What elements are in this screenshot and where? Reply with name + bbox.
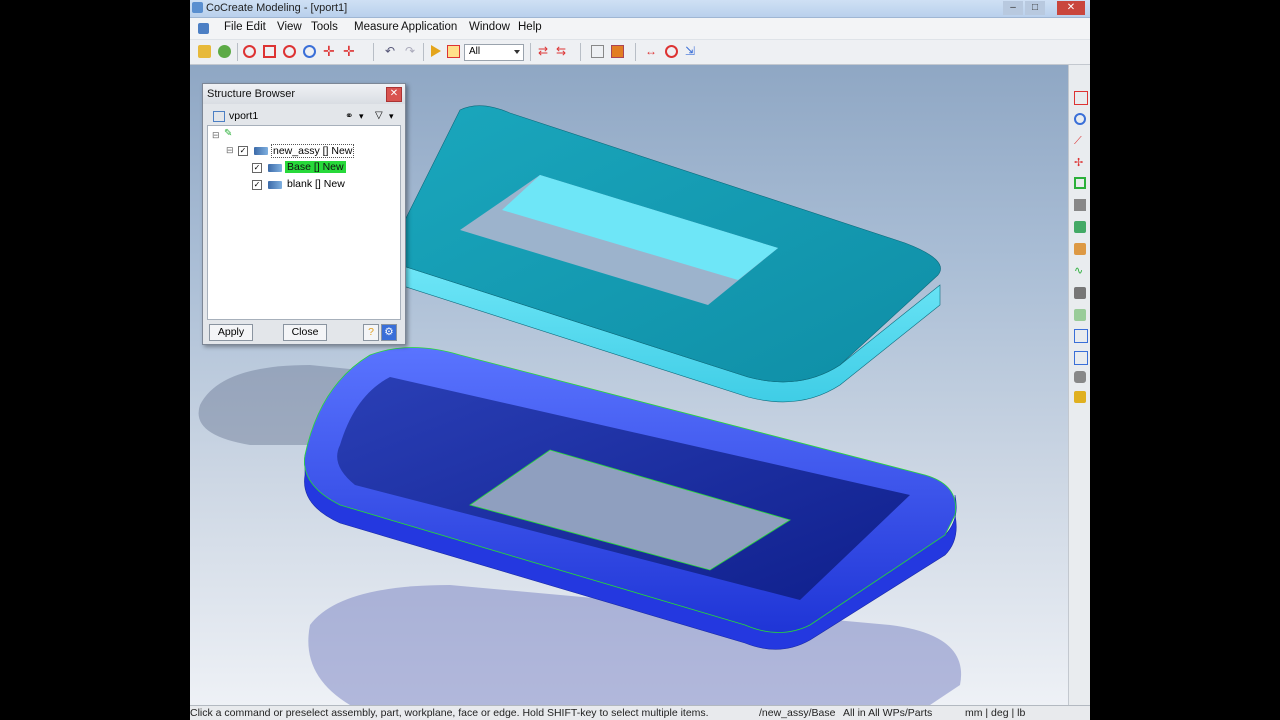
- chevron-down-icon: [514, 50, 520, 54]
- printer-icon[interactable]: [1074, 199, 1086, 211]
- play-icon[interactable]: [1074, 91, 1088, 105]
- main-toolbar: ✛ ✛ ↶ ↷ All ⇄ ⇆ ↔ ⇲: [190, 40, 1090, 65]
- surface-icon[interactable]: [1074, 309, 1086, 321]
- curve-icon[interactable]: ∿: [1074, 265, 1086, 277]
- view-icon[interactable]: [1074, 351, 1088, 365]
- menu-file[interactable]: File: [224, 21, 243, 33]
- undo-icon[interactable]: ↶: [385, 45, 398, 58]
- tools-icon[interactable]: [1074, 371, 1086, 383]
- status-bar: Click a command or preselect assembly, p…: [190, 705, 1090, 720]
- app-icon: [192, 2, 203, 13]
- toolbar-separator: [373, 43, 374, 61]
- chevron-down-icon[interactable]: ▾: [359, 111, 364, 122]
- database-icon[interactable]: [1074, 391, 1086, 403]
- toolbar-separator: [530, 43, 531, 61]
- menu-help[interactable]: Help: [518, 21, 542, 33]
- select-box-icon[interactable]: [447, 45, 460, 58]
- tree-root-expander[interactable]: ⊟: [212, 130, 220, 141]
- menu-edit[interactable]: Edit: [246, 21, 266, 33]
- chevron-down-icon[interactable]: ▾: [389, 111, 394, 122]
- edge-icon[interactable]: ⟋: [1074, 135, 1086, 147]
- viewport-icon: [213, 111, 225, 122]
- open-icon[interactable]: [198, 45, 211, 58]
- window-icon[interactable]: [591, 45, 604, 58]
- measure-icon[interactable]: ⇲: [685, 45, 698, 58]
- tree-checkbox[interactable]: ✓: [252, 163, 262, 173]
- rectangle-icon[interactable]: [1074, 177, 1086, 189]
- part-icon: [268, 164, 282, 172]
- status-scope: All in All WPs/Parts: [843, 707, 933, 719]
- filter-icon[interactable]: ▽: [375, 110, 383, 121]
- menu-view[interactable]: View: [277, 21, 302, 33]
- pencil-icon: ✎: [224, 128, 233, 139]
- structure-tree: ⊟ ✎ ⊟ ✓ new_assy [] New ✓ Base [] New ✓ …: [207, 125, 401, 320]
- part-tool-icon[interactable]: [1074, 243, 1086, 255]
- status-current-part: /new_assy/Base: [759, 707, 836, 719]
- apply-button[interactable]: Apply: [209, 324, 253, 341]
- tree-checkbox[interactable]: ✓: [252, 180, 262, 190]
- maximize-icon[interactable]: □: [1025, 1, 1045, 15]
- minimize-icon[interactable]: –: [1003, 1, 1023, 15]
- toolbar-separator: [423, 43, 424, 61]
- viewport-name: vport1: [229, 110, 259, 122]
- structure-browser-title-bar[interactable]: Structure Browser ✕: [203, 84, 405, 104]
- pattern-icon[interactable]: ⇆: [556, 45, 569, 58]
- structure-browser-panel: Structure Browser ✕ vport1 ⚭ ▾ ▽ ▾ ⊟ ✎ ⊟…: [202, 83, 406, 345]
- structure-browser-title: Structure Browser: [207, 88, 296, 100]
- link-icon[interactable]: [303, 45, 316, 58]
- align-icon[interactable]: ✛: [343, 44, 356, 58]
- redo-icon[interactable]: ↷: [405, 45, 418, 58]
- title-bar: CoCreate Modeling - [vport1] – □ ✕: [190, 0, 1090, 18]
- menu-tools[interactable]: Tools: [311, 21, 338, 33]
- structure-browser-header: vport1 ⚭ ▾ ▽ ▾: [207, 108, 399, 124]
- circle-icon[interactable]: [283, 45, 296, 58]
- tree-item-new-assy[interactable]: ⊟ ✓ new_assy [] New: [208, 144, 398, 158]
- binoculars-icon[interactable]: ⚭: [345, 111, 353, 122]
- workplane-icon[interactable]: [263, 45, 276, 58]
- status-message: Click a command or preselect assembly, p…: [190, 707, 709, 719]
- menu-bar: File Edit View Tools Measure Application…: [190, 18, 1090, 52]
- tree-item-blank[interactable]: ✓ blank [] New: [208, 178, 398, 192]
- application-window: CoCreate Modeling - [vport1] – □ ✕ File …: [190, 0, 1090, 720]
- frame-icon[interactable]: [1074, 329, 1088, 343]
- settings-icon[interactable]: ⚙: [381, 324, 397, 341]
- orbit-icon[interactable]: [1074, 113, 1086, 125]
- select-arrow-icon[interactable]: [431, 45, 441, 57]
- part-icon[interactable]: [218, 45, 231, 58]
- document-icon: [198, 23, 209, 34]
- rotate-icon[interactable]: [243, 45, 256, 58]
- tree-item-base[interactable]: ✓ Base [] New: [208, 161, 398, 175]
- tree-checkbox[interactable]: ✓: [238, 146, 248, 156]
- angle-icon[interactable]: [665, 45, 678, 58]
- toolbar-separator: [237, 43, 238, 61]
- cube-icon[interactable]: [1074, 287, 1086, 299]
- menu-window[interactable]: Window: [469, 21, 510, 33]
- toolbar-separator: [635, 43, 636, 61]
- active-tool-icon[interactable]: [611, 45, 624, 58]
- move-icon[interactable]: ✛: [323, 44, 336, 58]
- menu-application[interactable]: Application: [401, 21, 457, 33]
- help-icon[interactable]: ?: [363, 324, 379, 341]
- menu-measure[interactable]: Measure: [354, 21, 399, 33]
- axis-icon[interactable]: ✢: [1074, 157, 1086, 169]
- assembly-icon[interactable]: [1074, 221, 1086, 233]
- toolbar-separator: [580, 43, 581, 61]
- filter-select[interactable]: All: [464, 44, 524, 61]
- part-icon: [268, 181, 282, 189]
- close-button[interactable]: Close: [283, 324, 327, 341]
- status-units: mm | deg | lb: [965, 707, 1026, 719]
- close-icon[interactable]: ✕: [386, 87, 402, 102]
- assembly-icon: [254, 147, 268, 155]
- tree-expander[interactable]: ⊟: [226, 145, 234, 156]
- window-title: CoCreate Modeling - [vport1]: [206, 2, 348, 14]
- dimension-icon[interactable]: ↔: [645, 45, 658, 58]
- mirror-icon[interactable]: ⇄: [538, 45, 551, 58]
- right-toolbar: ⟋ ✢ ∿: [1068, 65, 1090, 705]
- close-icon[interactable]: ✕: [1057, 1, 1085, 15]
